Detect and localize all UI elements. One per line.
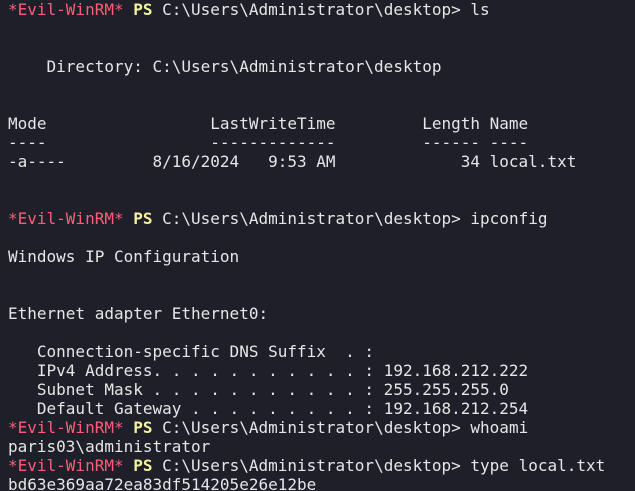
- prompt-ps: PS: [133, 209, 153, 228]
- prompt-ps: PS: [133, 0, 153, 19]
- output-line: IPv4 Address. . . . . . . . . . . : 192.…: [8, 361, 529, 380]
- prompt-path: C:\Users\Administrator\desktop>: [162, 209, 461, 228]
- prompt-line: *Evil-WinRM* PS C:\Users\Administrator\d…: [8, 456, 635, 475]
- output-line: ---- ------------- ------ ----: [8, 133, 529, 152]
- output-line: bd63e369aa72ea83df514205e26e12be: [8, 475, 317, 491]
- prompt-line: *Evil-WinRM* PS C:\Users\Administrator\d…: [8, 418, 635, 437]
- terminal-window[interactable]: *Evil-WinRM* PS C:\Users\Administrator\d…: [0, 0, 635, 491]
- output-line: paris03\administrator: [8, 437, 211, 456]
- prompt-line: *Evil-WinRM* PS C:\Users\Administrator\d…: [8, 209, 635, 228]
- command-text: type local.txt: [470, 456, 606, 475]
- prompt-ps: PS: [133, 456, 153, 475]
- command-text: ipconfig: [470, 209, 548, 228]
- command-text: whoami: [470, 418, 529, 437]
- prompt-evil-winrm: *Evil-WinRM*: [8, 0, 124, 19]
- prompt-evil-winrm: *Evil-WinRM*: [8, 418, 124, 437]
- prompt-evil-winrm: *Evil-WinRM*: [8, 209, 124, 228]
- command-text: ls: [470, 0, 490, 19]
- output-line: Directory: C:\Users\Administrator\deskto…: [8, 57, 442, 76]
- prompt-path: C:\Users\Administrator\desktop>: [162, 0, 461, 19]
- prompt-line: *Evil-WinRM* PS C:\Users\Administrator\d…: [8, 0, 635, 19]
- prompt-path: C:\Users\Administrator\desktop>: [162, 418, 461, 437]
- output-line: Connection-specific DNS Suffix . :: [8, 342, 375, 361]
- output-line: -a---- 8/16/2024 9:53 AM 34 local.txt: [8, 152, 577, 171]
- output-line: Default Gateway . . . . . . . . . : 192.…: [8, 399, 529, 418]
- output-line: Mode LastWriteTime Length Name: [8, 114, 529, 133]
- output-line: Windows IP Configuration: [8, 247, 240, 266]
- output-line: Ethernet adapter Ethernet0:: [8, 304, 269, 323]
- prompt-path: C:\Users\Administrator\desktop>: [162, 456, 461, 475]
- prompt-ps: PS: [133, 418, 153, 437]
- output-line: Subnet Mask . . . . . . . . . . . : 255.…: [8, 380, 509, 399]
- prompt-evil-winrm: *Evil-WinRM*: [8, 456, 124, 475]
